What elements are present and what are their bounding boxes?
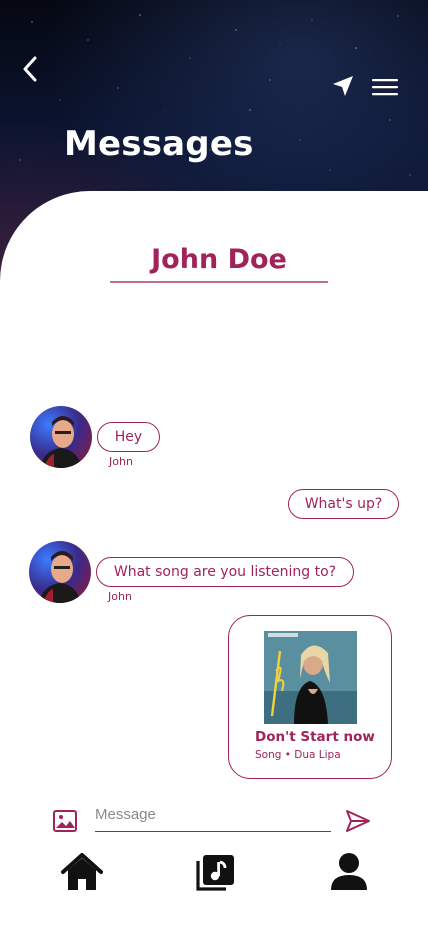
tab-music[interactable] [194, 853, 238, 895]
message-sender: John [109, 455, 133, 468]
page-title: Messages [64, 124, 254, 164]
contact-name: John Doe [110, 244, 328, 283]
message-sender: John [108, 590, 132, 603]
tab-home[interactable] [60, 852, 104, 894]
image-icon [53, 810, 77, 832]
tab-profile[interactable] [328, 852, 372, 894]
chevron-left-icon [23, 56, 37, 82]
message-bubble-received[interactable]: What song are you listening to? [96, 557, 354, 587]
hamburger-menu-icon [372, 79, 398, 96]
avatar[interactable] [30, 406, 92, 468]
back-button[interactable] [16, 54, 44, 84]
album-cover-art [264, 631, 357, 724]
home-icon [61, 853, 103, 890]
menu-button[interactable] [371, 77, 399, 103]
message-bubble-sent[interactable]: What's up? [288, 489, 399, 519]
song-title: Don't Start now [255, 729, 375, 745]
message-input[interactable] [95, 802, 331, 832]
album-cover [264, 631, 357, 724]
avatar-image [29, 541, 91, 603]
avatar-image [30, 406, 92, 468]
navigation-arrow-icon [333, 76, 353, 96]
attach-image-button[interactable] [52, 808, 80, 834]
send-icon [346, 810, 370, 832]
shared-song-card[interactable]: Don't Start now Song • Dua Lipa [228, 615, 392, 779]
avatar[interactable] [29, 541, 91, 603]
user-icon [331, 853, 367, 890]
navigate-button[interactable] [331, 74, 359, 100]
send-button[interactable] [344, 808, 372, 834]
song-meta: Song • Dua Lipa [255, 749, 341, 761]
music-library-icon [196, 855, 234, 891]
message-bubble-received[interactable]: Hey [97, 422, 160, 452]
